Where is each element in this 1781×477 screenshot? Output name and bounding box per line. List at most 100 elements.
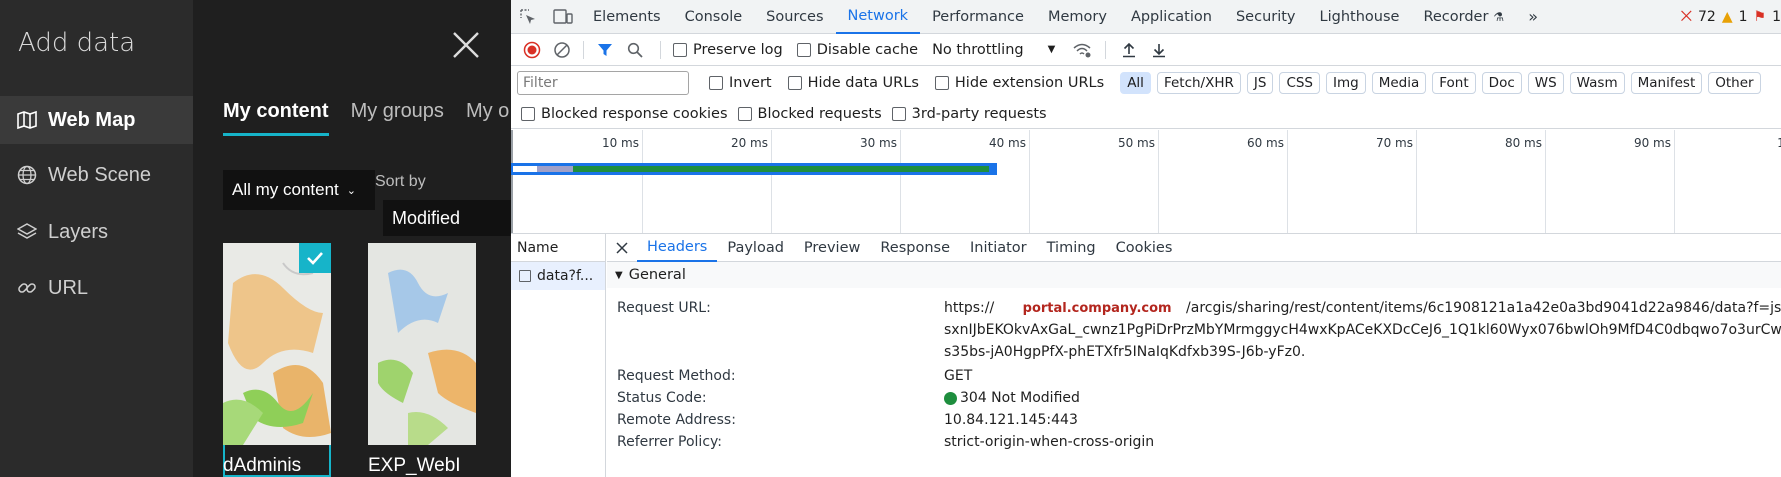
- type-filter-other[interactable]: Other: [1708, 72, 1761, 94]
- tab-security[interactable]: Security: [1224, 0, 1308, 34]
- checkbox-box: [891, 106, 906, 121]
- request-row[interactable]: data?f...: [511, 262, 605, 290]
- hide-data-urls-checkbox[interactable]: Hide data URLs: [787, 75, 919, 91]
- request-detail-pane: Headers Payload Preview Response Initiat…: [607, 234, 1781, 477]
- tab-my-groups[interactable]: My groups: [351, 100, 444, 136]
- type-filter-img[interactable]: Img: [1326, 72, 1366, 94]
- type-filter-doc[interactable]: Doc: [1481, 72, 1522, 94]
- upload-icon[interactable]: [1116, 37, 1142, 63]
- content-card[interactable]: dAdminis: [223, 243, 331, 477]
- download-icon[interactable]: [1146, 37, 1172, 63]
- tab-headers[interactable]: Headers: [637, 234, 718, 262]
- network-conditions-icon[interactable]: [1069, 37, 1095, 63]
- type-filter-all[interactable]: All: [1120, 72, 1151, 94]
- close-icon[interactable]: [451, 30, 481, 60]
- hide-extension-urls-checkbox[interactable]: Hide extension URLs: [934, 75, 1105, 91]
- document-icon: [519, 270, 531, 282]
- request-url-label: Request URL:: [617, 300, 711, 316]
- timeline-tick: 20 ms: [731, 130, 772, 233]
- general-label: General: [628, 267, 686, 283]
- tab-my-organization[interactable]: My o: [466, 100, 509, 136]
- tab-response[interactable]: Response: [870, 234, 960, 262]
- general-section-header[interactable]: ▼ General: [607, 262, 1781, 288]
- record-icon[interactable]: [519, 37, 545, 63]
- warning-icon: ▲: [1721, 9, 1733, 25]
- type-filter-fetch-xhr[interactable]: Fetch/XHR: [1156, 72, 1241, 94]
- device-toolbar-icon[interactable]: [545, 0, 581, 34]
- timeline-stalled-bar: [537, 166, 573, 172]
- dropdown-triangle-icon: ▼: [1047, 44, 1056, 55]
- tab-preview[interactable]: Preview: [794, 234, 870, 262]
- tab-console[interactable]: Console: [673, 0, 755, 34]
- request-method-value: GET: [944, 368, 973, 384]
- checkbox-label: Preserve log: [693, 41, 783, 58]
- sidebar-item-web-scene[interactable]: Web Scene: [0, 151, 193, 199]
- checkbox-box: [737, 106, 752, 121]
- tab-lighthouse[interactable]: Lighthouse: [1308, 0, 1412, 34]
- sort-dropdown[interactable]: Modified: [383, 200, 511, 236]
- link-icon: [16, 277, 38, 299]
- tab-elements[interactable]: Elements: [581, 0, 673, 34]
- preserve-log-checkbox[interactable]: Preserve log: [673, 42, 783, 58]
- type-filter-ws[interactable]: WS: [1527, 72, 1564, 94]
- status-counts[interactable]: ⨉ 72 ▲ 1 ⚑ 1: [1681, 9, 1781, 25]
- checkbox-label: Disable cache: [816, 41, 919, 58]
- add-data-sidebar: Add data Web Map Web Scene Layers URL: [0, 0, 193, 477]
- sidebar-item-layers[interactable]: Layers: [0, 208, 193, 256]
- tab-recorder[interactable]: Recorder ⚗: [1411, 0, 1516, 34]
- tab-application[interactable]: Application: [1119, 0, 1224, 34]
- detail-tabs: Headers Payload Preview Response Initiat…: [607, 234, 1781, 262]
- more-tabs-icon[interactable]: »: [1516, 0, 1550, 34]
- blocked-requests-checkbox[interactable]: Blocked requests: [737, 106, 882, 122]
- checkbox-label: Hide extension URLs: [954, 75, 1105, 91]
- request-method-label: Request Method:: [617, 368, 736, 384]
- throttling-value: No throttling: [932, 41, 1024, 58]
- sidebar-item-url[interactable]: URL: [0, 264, 193, 312]
- layers-icon: [16, 221, 38, 243]
- blocked-response-cookies-checkbox[interactable]: Blocked response cookies: [521, 106, 728, 122]
- type-filter-media[interactable]: Media: [1371, 72, 1427, 94]
- tab-my-content[interactable]: My content: [223, 100, 329, 136]
- type-filter-font[interactable]: Font: [1432, 72, 1476, 94]
- tab-timing[interactable]: Timing: [1037, 234, 1106, 262]
- tab-network[interactable]: Network: [835, 0, 921, 34]
- checkbox-box: [521, 106, 535, 121]
- close-icon[interactable]: [607, 241, 637, 254]
- disable-cache-checkbox[interactable]: Disable cache: [796, 41, 919, 58]
- tab-memory[interactable]: Memory: [1036, 0, 1119, 34]
- tab-payload[interactable]: Payload: [717, 234, 794, 262]
- clear-icon[interactable]: [549, 37, 575, 63]
- content-filter-dropdown[interactable]: All my content ⌄: [223, 170, 375, 210]
- tab-performance[interactable]: Performance: [920, 0, 1036, 34]
- third-party-requests-checkbox[interactable]: 3rd-party requests: [891, 106, 1047, 122]
- name-column-header[interactable]: Name: [511, 234, 605, 262]
- checkbox-label: Blocked response cookies: [541, 105, 728, 122]
- error-icon: ⨉: [1680, 9, 1692, 25]
- type-filter-manifest[interactable]: Manifest: [1630, 72, 1703, 94]
- throttling-select[interactable]: No throttling ▼: [932, 42, 1055, 58]
- content-browser: My content My groups My o All my content…: [193, 0, 511, 477]
- checkbox-box: [934, 76, 949, 90]
- request-url-line-3: s35bs-jA0HgpPfX-phETXfr5INaIqKdfxb39S-J6…: [944, 344, 1306, 360]
- inspect-element-icon[interactable]: [511, 0, 545, 34]
- tab-cookies[interactable]: Cookies: [1106, 234, 1183, 262]
- checkbox-box: [673, 42, 687, 57]
- type-filter-css[interactable]: CSS: [1279, 72, 1321, 94]
- url-path: /arcgis/sharing/rest/content/items/6c190…: [1186, 300, 1781, 316]
- type-filter-wasm[interactable]: Wasm: [1569, 72, 1625, 94]
- filter-input[interactable]: Filter: [517, 71, 689, 95]
- invert-checkbox[interactable]: Invert: [709, 75, 772, 91]
- filter-icon[interactable]: [592, 37, 618, 63]
- network-overview-timeline[interactable]: 10 ms 20 ms 30 ms 40 ms 50 ms 60 ms 70 m…: [511, 130, 1781, 234]
- tab-sources[interactable]: Sources: [754, 0, 835, 34]
- tab-initiator[interactable]: Initiator: [960, 234, 1037, 262]
- content-filter-value: All my content: [232, 180, 339, 199]
- type-filter-js[interactable]: JS: [1246, 72, 1274, 94]
- content-card[interactable]: EXP_WebI: [368, 243, 476, 477]
- search-icon[interactable]: [622, 37, 648, 63]
- tab-recorder-label: Recorder: [1423, 8, 1489, 25]
- timeline-tick: 70 ms: [1376, 130, 1417, 233]
- timeline-tick: 40 ms: [989, 130, 1030, 233]
- sidebar-item-web-map[interactable]: Web Map: [0, 96, 193, 144]
- url-host: portal.company.com: [1022, 301, 1172, 316]
